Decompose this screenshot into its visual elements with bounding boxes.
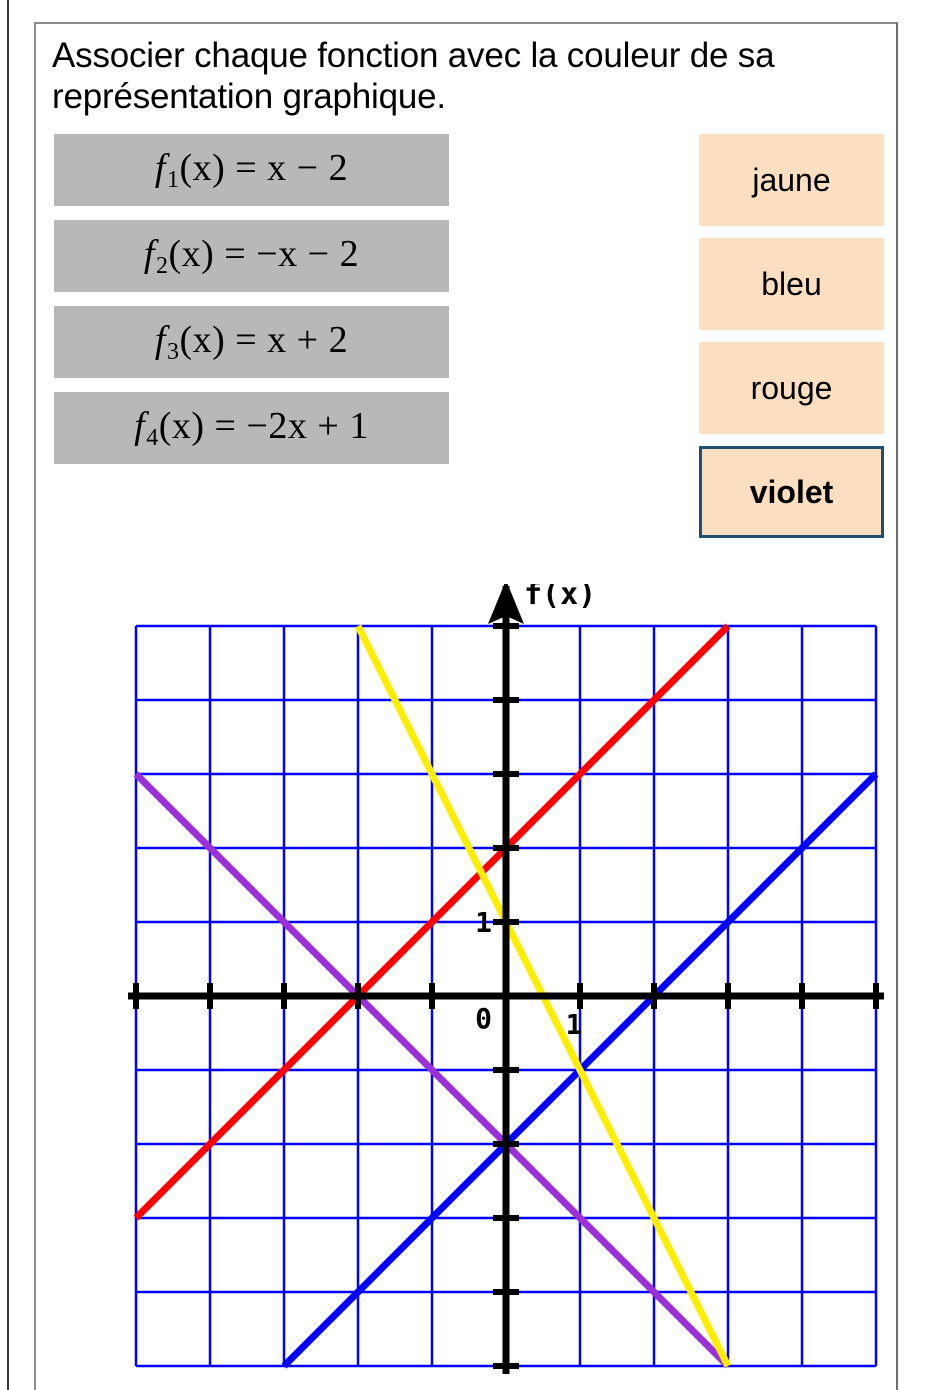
exercise-card: Associer chaque fonction avec la couleur… (34, 22, 898, 1390)
graph-canvas: f(x)x011 (128, 584, 884, 1374)
function-list: f1(x) = x − 2 f2(x) = −x − 2 f3(x) = x +… (54, 134, 449, 478)
color-option-label: jaune (752, 161, 831, 198)
color-option-bleu[interactable]: bleu (699, 238, 884, 330)
color-option-violet[interactable]: violet (699, 446, 884, 538)
function-box-1[interactable]: f1(x) = x − 2 (54, 134, 449, 206)
function-formula-3: f3(x) = x + 2 (154, 318, 349, 366)
origin-label: 0 (475, 1002, 492, 1035)
color-option-label: bleu (761, 265, 822, 302)
function-box-3[interactable]: f3(x) = x + 2 (54, 306, 449, 378)
color-option-rouge[interactable]: rouge (699, 342, 884, 434)
y-unit-label: 1 (475, 906, 492, 939)
function-box-2[interactable]: f2(x) = −x − 2 (54, 220, 449, 292)
function-graph: f(x)x011 (94, 584, 884, 1374)
page-title: Associer chaque fonction avec la couleur… (52, 36, 775, 116)
color-option-label: violet (749, 473, 834, 510)
color-option-label: rouge (750, 369, 833, 406)
x-unit-label: 1 (566, 1008, 583, 1041)
function-formula-1: f1(x) = x − 2 (154, 146, 349, 194)
color-option-jaune[interactable]: jaune (699, 134, 884, 226)
y-axis-label: f(x) (524, 584, 596, 612)
page-left-rule (7, 0, 9, 1390)
axes (128, 584, 884, 1374)
function-box-4[interactable]: f4(x) = −2x + 1 (54, 392, 449, 464)
exercise-page: Associer chaque fonction avec la couleur… (0, 0, 933, 1390)
color-option-list: jaune bleu rouge violet (699, 134, 884, 550)
function-formula-4: f4(x) = −2x + 1 (134, 404, 369, 452)
function-formula-2: f2(x) = −x − 2 (143, 232, 360, 280)
